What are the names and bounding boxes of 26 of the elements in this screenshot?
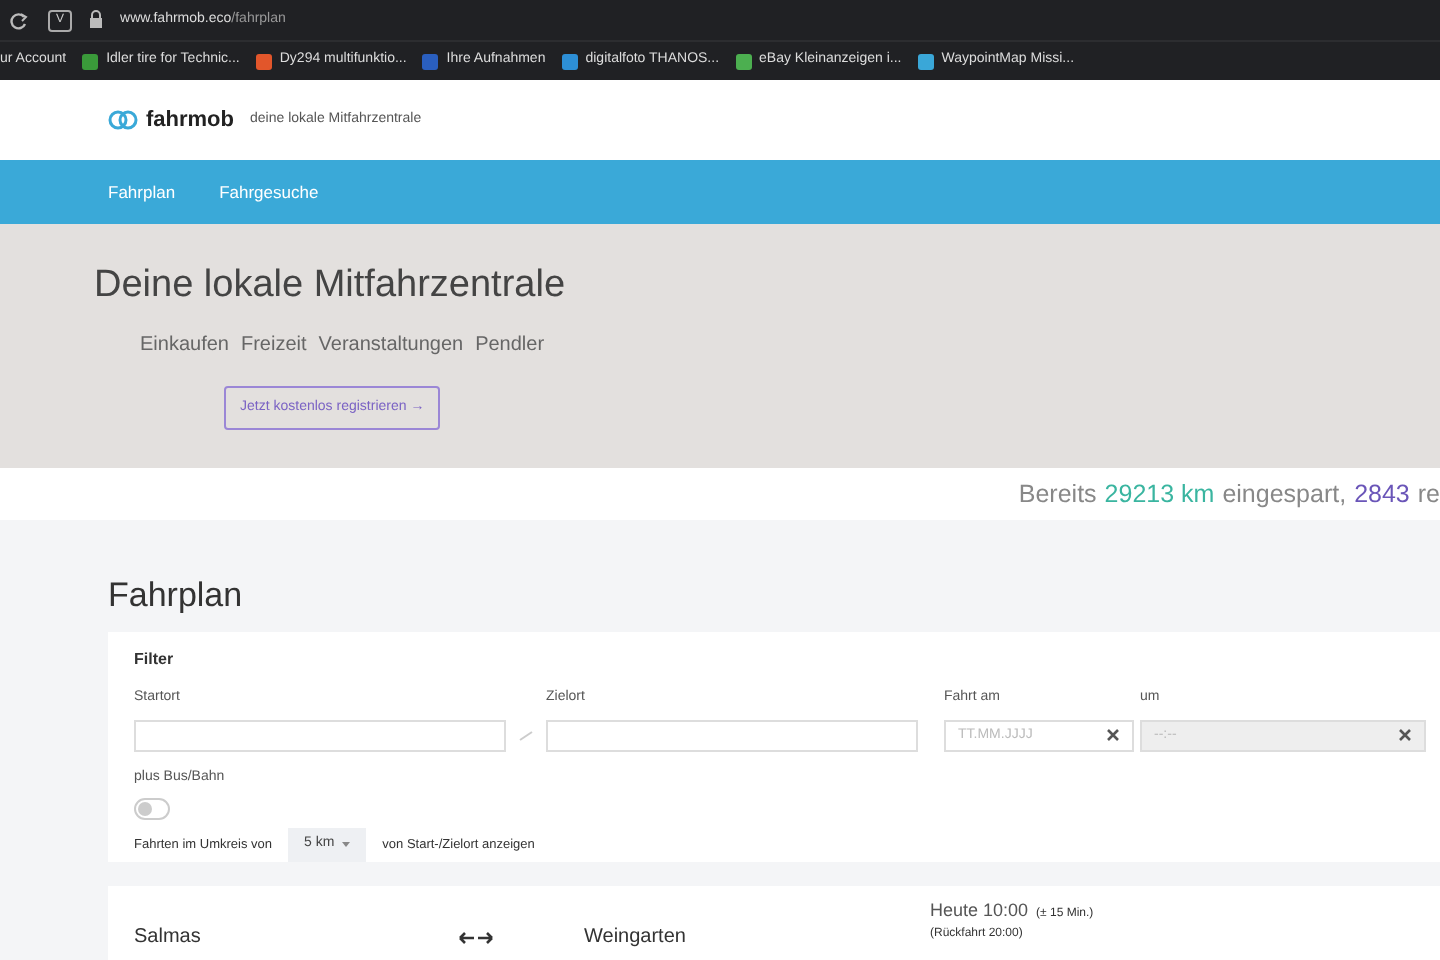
hero-tag: Einkaufen	[140, 329, 229, 360]
hero-tag: Freizeit	[240, 329, 307, 360]
reload-icon[interactable]	[8, 10, 32, 30]
ride-destination: Weingarten	[584, 924, 688, 953]
stats-text: eingespart,	[1222, 477, 1347, 512]
stats-text: Bereits	[1018, 477, 1097, 512]
round-trip-arrows-icon	[458, 930, 494, 947]
input-field[interactable]	[134, 719, 506, 752]
ride-origin: Salmas	[134, 924, 203, 953]
page-title: Fahrplan	[106, 574, 245, 618]
logo-icon	[108, 110, 138, 130]
stats-text: 29213 km	[1104, 477, 1215, 512]
hero-tag: Veranstaltungen	[318, 329, 464, 360]
clear-icon[interactable]	[1106, 728, 1120, 743]
caret-icon	[342, 842, 351, 849]
lock-icon	[88, 10, 105, 30]
stats-text: re	[1417, 477, 1440, 512]
swap-icon[interactable]	[518, 727, 534, 744]
brand-name[interactable]: fahrmob	[146, 103, 234, 137]
hero-title: Deine lokale Mitfahrzentrale	[94, 264, 568, 310]
stats-text: 2843	[1354, 477, 1410, 512]
hero-tag: Pendler	[475, 329, 545, 360]
ride-time: Heute 10:00	[930, 898, 1029, 925]
input-field[interactable]	[546, 719, 918, 752]
filter-title: Filter	[134, 648, 176, 673]
toggle-switch[interactable]	[134, 798, 170, 821]
